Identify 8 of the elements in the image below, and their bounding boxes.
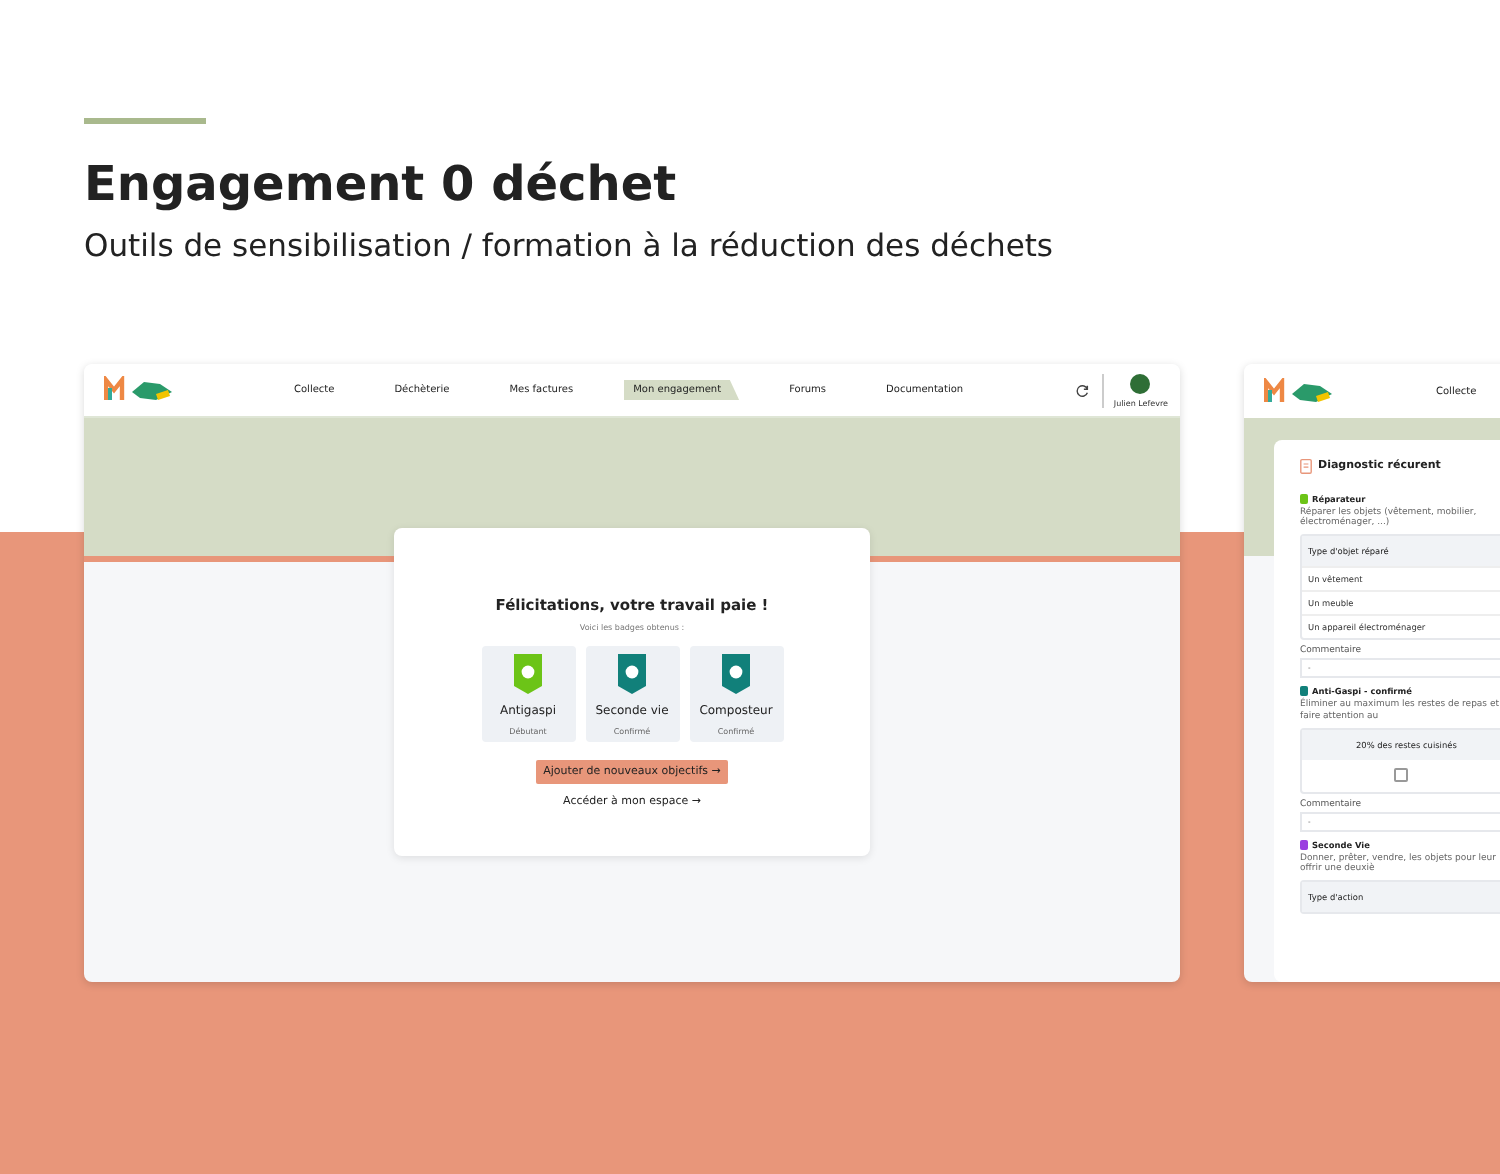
checkbox[interactable] — [1394, 768, 1408, 783]
page-subtitle: Outils de sensibilisation / formation à la réduction des déchets — [84, 228, 1056, 264]
logo-icon — [1264, 377, 1336, 405]
avatar[interactable] — [1130, 373, 1151, 393]
clipboard-icon — [1300, 458, 1312, 474]
page-title: Engagement 0 déchet — [84, 156, 679, 212]
logo-icon — [104, 376, 176, 404]
refresh-icon[interactable] — [1075, 383, 1090, 397]
